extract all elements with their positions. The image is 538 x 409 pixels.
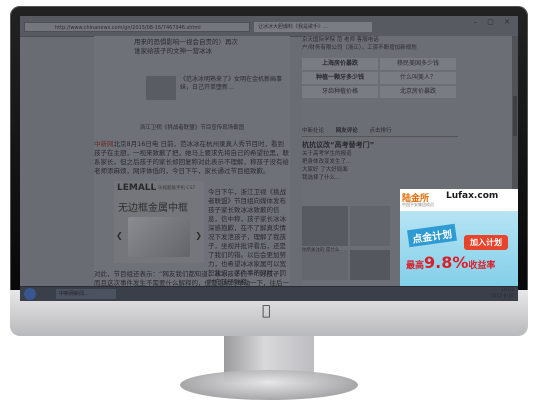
thumbnail-text[interactable]: 《范冰冰明熟来了》女明在金机新画事妹，日己开单堕新… [180, 76, 286, 92]
link-cell[interactable]: 移民美国多少钱 [380, 58, 456, 70]
news-line[interactable]: 我选择了什么… [302, 174, 458, 182]
source-label: 中新网 [94, 140, 114, 148]
news-line[interactable]: 关于高考学生的报道 [302, 150, 458, 158]
gallery-photo[interactable] [350, 206, 390, 246]
link-row: 上海房价暴跌 移民美国多少钱 [302, 58, 458, 70]
ad-rate: 最高9.8%收益率 [406, 253, 495, 272]
news-line[interactable]: 大家好 了大好局面 [302, 166, 458, 174]
gallery-caption[interactable]: 你所关注的 是什么 [302, 247, 339, 253]
lufax-ad[interactable]: 陆金所 Lufax.com 中国平安集团成员 点金计划 加入计划 最高9.8%收… [400, 189, 518, 287]
link-cell[interactable]: 北京房价暴跌 [380, 86, 456, 98]
rate-value: 9.8% [424, 253, 469, 272]
lemall-sub: 乐视超级手机 CS7 [158, 186, 196, 191]
news-line[interactable]: 把身体改变发生了… [302, 158, 458, 166]
ad-header: 陆金所 Lufax.com 中国平安集团成员 [400, 189, 518, 211]
link-cell[interactable]: 什么叫美人？ [380, 72, 456, 84]
ad-brand-en: Lufax.com [446, 191, 499, 201]
article-thumbnail[interactable] [146, 76, 176, 100]
lemall-headline: 无边框金属中框 [118, 203, 188, 214]
link-cell[interactable]: 上海房价暴跌 [302, 58, 378, 70]
sidebar-tabs: 中新社论 网友评论 点击排行 [302, 126, 458, 137]
image-caption: 浙江卫视《挑战者联盟》节目宣传现场截图 [139, 125, 245, 131]
taskbar-item[interactable]: 中新网新闻... [56, 289, 116, 299]
scrollbar-thumb[interactable] [513, 96, 517, 136]
intro-text: 北京8月16日电 日前，范冰冰在杭州录真人秀节目时，看到孩子在主厨，一视来致歉了… [94, 140, 289, 175]
address-bar[interactable]: http://www.chinanews.com/gn/2015/08-16/7… [24, 22, 250, 32]
tab-ranking[interactable]: 点击排行 [370, 128, 392, 134]
start-button-icon[interactable] [24, 288, 36, 300]
sidebar-header: 京天国际学院 范 老师 客服电话 户/财务有限公司（浙江），工资不断增加新规划 [302, 36, 512, 52]
sidebar-news: 杭抗议改“高考替考门” 关于高考学生的报道 把身体改变发生了… 大家好 了大好局… [302, 140, 458, 182]
carousel-right-icon[interactable]: ❯ [195, 231, 202, 240]
screen: http://www.chinanews.com/gn/2015/08-16/7… [20, 16, 518, 301]
article-top-line-1: 用来的恐惧影响一视会自责的）再次 [134, 38, 238, 46]
tab-news[interactable]: 中新社论 [302, 128, 324, 134]
clock-date: 2015-8-16 [490, 294, 514, 299]
link-row: 种植一颗牙多少钱 什么叫美人？ [302, 72, 458, 84]
news-headline[interactable]: 杭抗议改“高考替考门” [302, 140, 458, 150]
rate-suffix: 收益率 [468, 261, 496, 271]
gallery-photo[interactable] [350, 250, 390, 280]
system-clock[interactable]: 16:02 2015-8-16 [491, 288, 514, 300]
browser-tab[interactable]: 让冰冰大胆爆料《我是歌手》… [254, 22, 372, 32]
carousel-left-icon[interactable]: ❮ [116, 231, 123, 240]
tab-comments[interactable]: 网友评论 [336, 128, 358, 134]
imac-monitor:  http://www.chinanews.com/gn/2015/08-16… [0, 0, 538, 409]
rate-prefix: 最高 [406, 261, 425, 271]
link-cell[interactable]: 种植一颗牙多少钱 [302, 72, 378, 84]
browser-toolbar: http://www.chinanews.com/gn/2015/08-16/7… [20, 16, 518, 37]
apple-logo-icon:  [262, 303, 270, 319]
monitor-base [180, 370, 358, 400]
ad-brand-tag: 中国平安集团成员 [402, 202, 434, 207]
link-row: 牙齿种植价格 北京房价暴跌 [302, 86, 458, 98]
article-top-line-2: 谁家给孩子的文神一营冰冰 [134, 47, 212, 55]
sidebar-header-line-1[interactable]: 京天国际学院 范 老师 客服电话 [302, 36, 512, 44]
window-controls[interactable]: – ▢ ✕ [474, 18, 514, 26]
article: 用来的恐惧影响一视会自责的）再次 谁家给孩子的文神一营冰冰 《范冰冰明熟来了》女… [94, 36, 290, 296]
article-paragraph-1: 中新网北京8月16日电 日前，范冰冰在杭州录真人秀节目时，看到孩子在主厨，一视来… [94, 140, 290, 176]
phone-image [128, 217, 190, 257]
link-cell[interactable]: 牙齿种植价格 [302, 86, 378, 98]
sidebar-header-line-2[interactable]: 户/财务有限公司（浙江），工资不断增加新规划 [302, 44, 512, 52]
gallery-photo[interactable] [302, 250, 348, 280]
lemall-logo: LEMALL [117, 183, 157, 193]
taskbar: 中新网新闻... 16:02 2015-8-16 [20, 286, 518, 301]
gallery-photo[interactable] [302, 206, 348, 246]
lemall-ad[interactable]: LEMALL 乐视超级手机 CS7 无边框金属中框 ❮ ❯ [114, 181, 204, 263]
sidebar-link-grid: 上海房价暴跌 移民美国多少钱 种植一颗牙多少钱 什么叫美人？ 牙齿种植价格 北京… [302, 58, 458, 100]
join-plan-button[interactable]: 加入计划 [464, 235, 508, 250]
